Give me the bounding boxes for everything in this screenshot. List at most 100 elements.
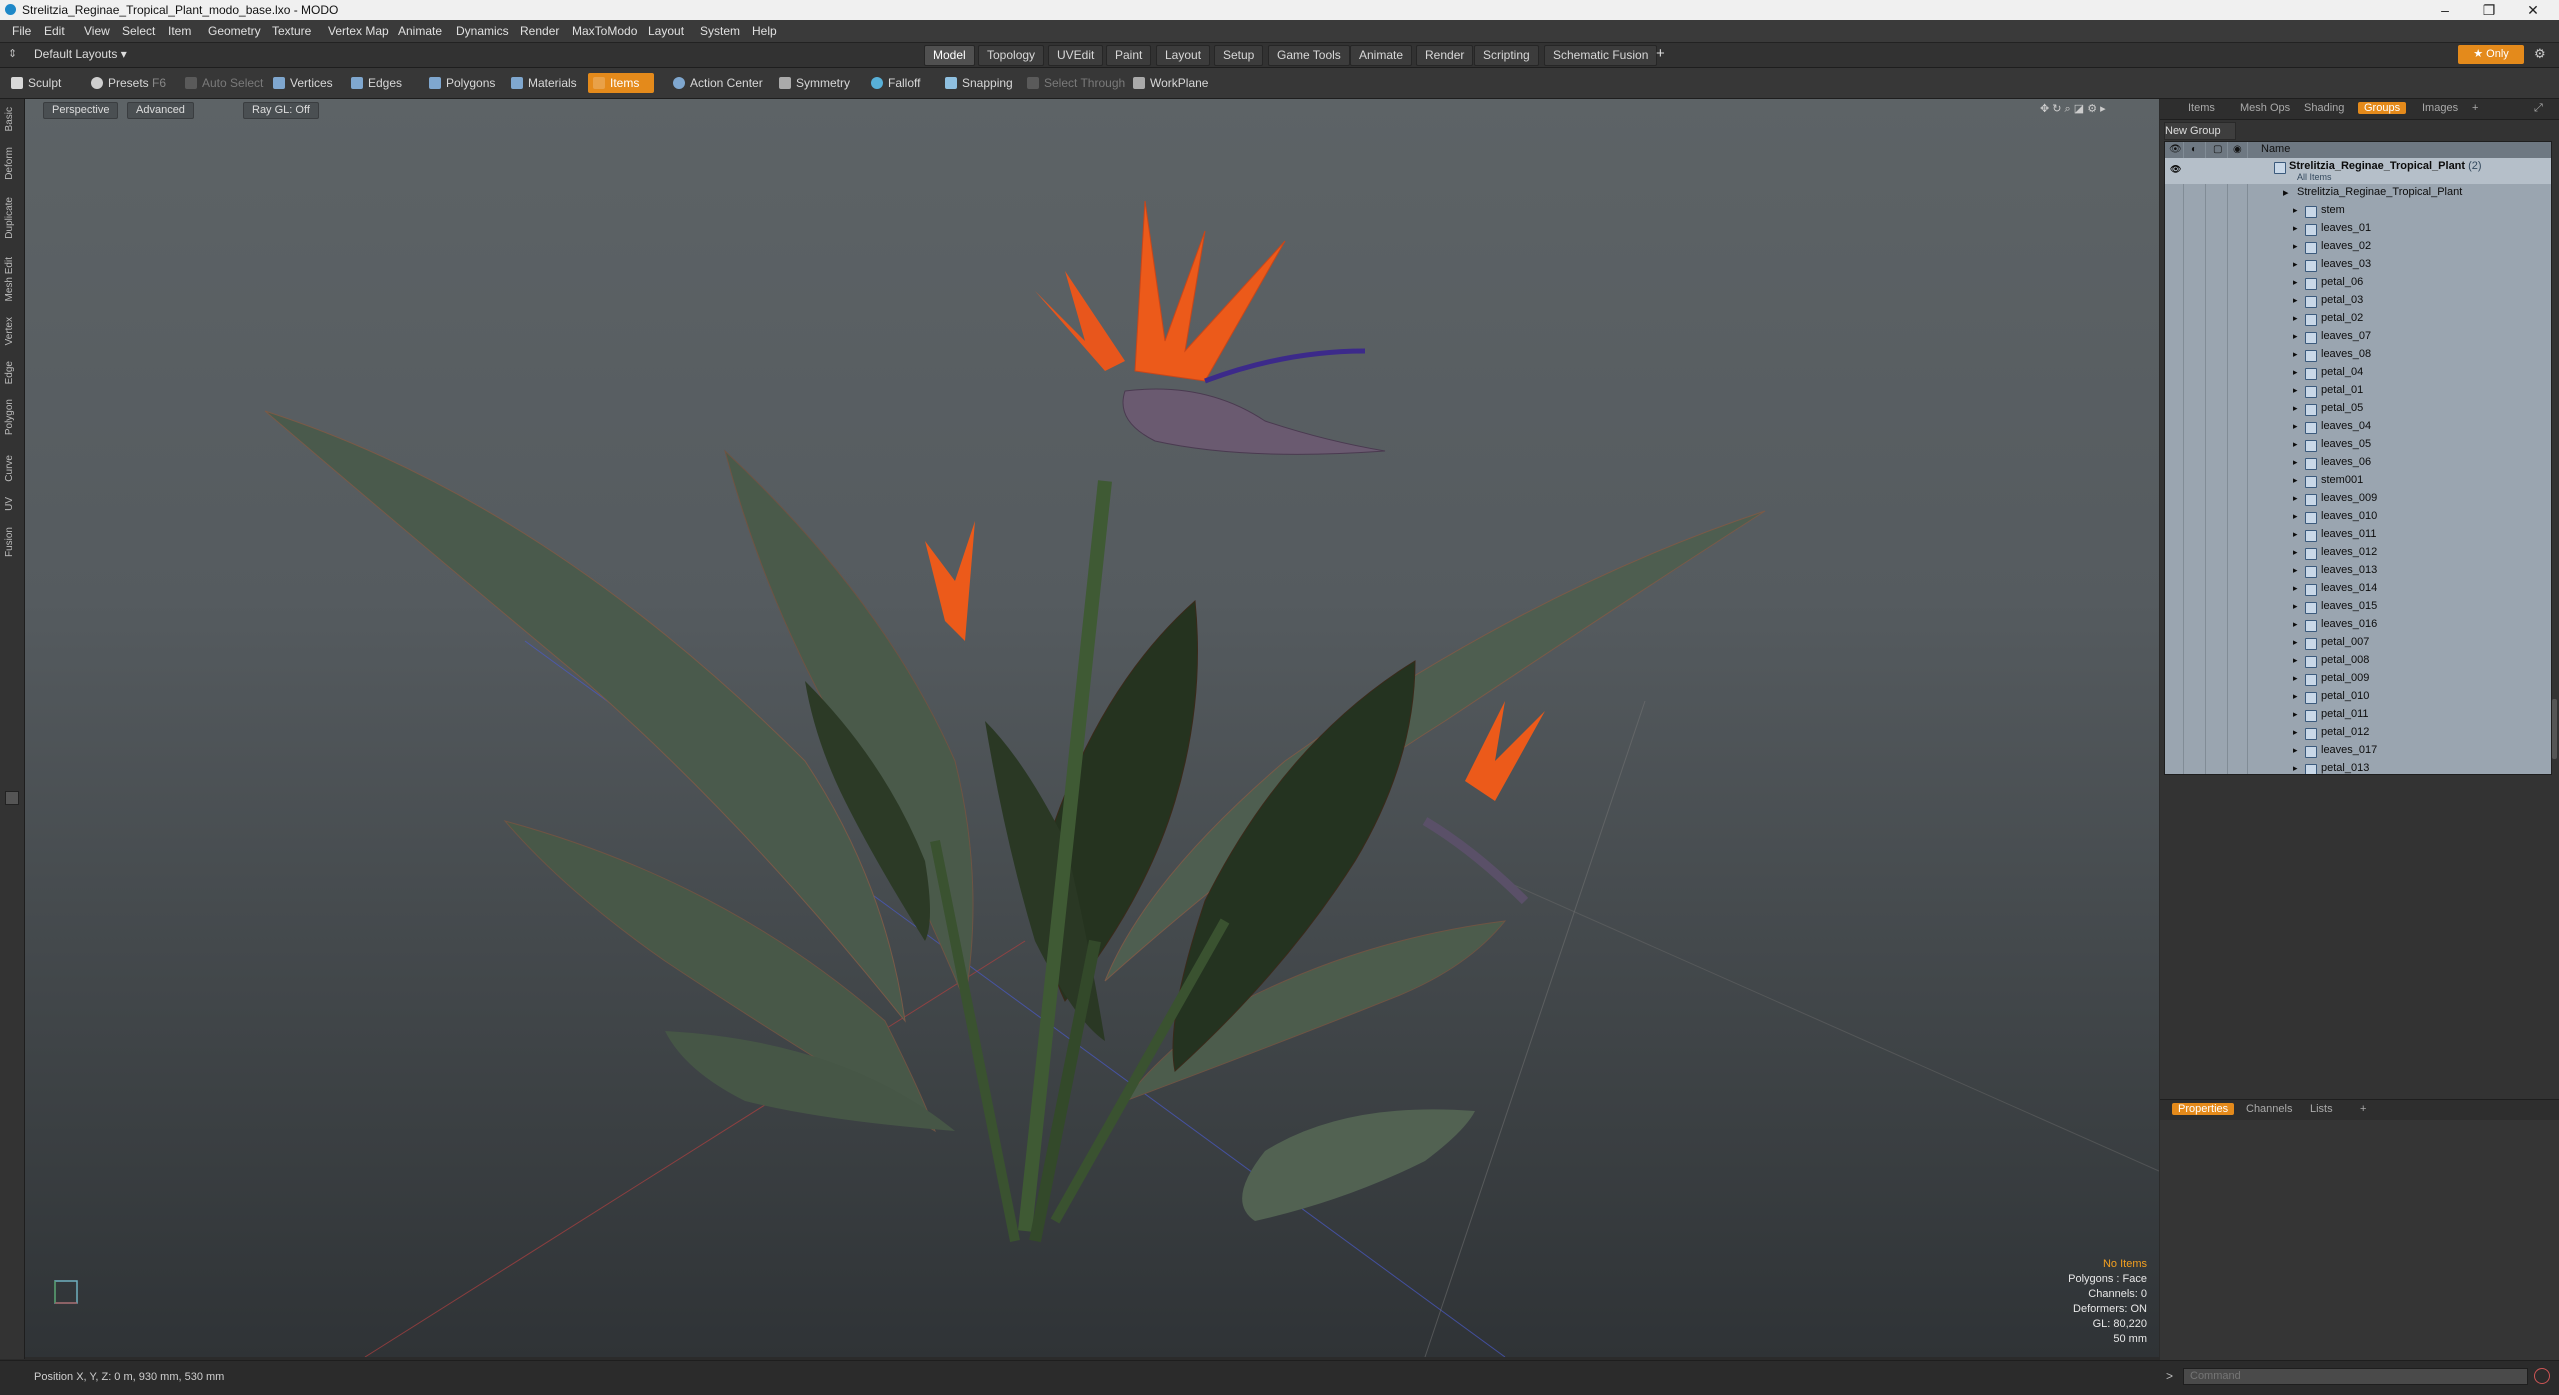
list-item[interactable]: ▸ petal_03: [2165, 292, 2551, 310]
tree-expand-icon[interactable]: ▸: [2293, 493, 2298, 504]
menu-geometry[interactable]: Geometry: [208, 24, 261, 38]
list-item[interactable]: ▸ petal_009: [2165, 670, 2551, 688]
list-item[interactable]: ▸ petal_04: [2165, 364, 2551, 382]
tree-expand-icon[interactable]: ▸: [2293, 547, 2298, 558]
list-item[interactable]: ▸ petal_01: [2165, 382, 2551, 400]
tree-expand-icon[interactable]: ▸: [2293, 511, 2298, 522]
layout-lock-icon[interactable]: ⇕: [8, 47, 17, 60]
tree-expand-icon[interactable]: ▸: [2293, 421, 2298, 432]
vertices-button[interactable]: Vertices: [268, 73, 339, 93]
action-center-button[interactable]: Action Center: [668, 73, 769, 93]
vtab-curve[interactable]: Curve: [4, 455, 15, 482]
menu-layout[interactable]: Layout: [648, 24, 684, 38]
eye-icon[interactable]: 👁: [2169, 144, 2182, 155]
menu-animate[interactable]: Animate: [398, 24, 442, 38]
falloff-button[interactable]: Falloff: [866, 73, 926, 93]
list-item[interactable]: ▸ leaves_07: [2165, 328, 2551, 346]
list-item[interactable]: ▸ leaves_04: [2165, 418, 2551, 436]
eye-icon[interactable]: 👁: [2170, 164, 2181, 175]
tree-expand-icon[interactable]: ▸: [2293, 331, 2298, 342]
tree-expand-icon[interactable]: ▸: [2293, 295, 2298, 306]
tree-expand-icon[interactable]: ▸: [2293, 673, 2298, 684]
list-scrollbar[interactable]: [2552, 699, 2557, 759]
tree-expand-icon[interactable]: ▸: [2293, 727, 2298, 738]
menu-render[interactable]: Render: [520, 24, 559, 38]
add-props-tab-button[interactable]: +: [2360, 1103, 2366, 1115]
tab-uvedit[interactable]: UVEdit: [1048, 45, 1104, 66]
tab-properties[interactable]: Properties: [2172, 1103, 2235, 1115]
minimize-button[interactable]: –: [2432, 1, 2458, 19]
maximize-button[interactable]: ❐: [2476, 1, 2502, 19]
vtab-uv[interactable]: UV: [4, 497, 15, 511]
menu-system[interactable]: System: [700, 24, 740, 38]
tree-expand-icon[interactable]: ▸: [2293, 277, 2298, 288]
tree-expand-icon[interactable]: ▸: [2293, 655, 2298, 666]
tree-expand-icon[interactable]: ▸: [2293, 763, 2298, 774]
view-type-button[interactable]: Perspective: [43, 102, 119, 119]
vtab-deform[interactable]: Deform: [4, 147, 15, 180]
tree-expand-icon[interactable]: ▸: [2293, 691, 2298, 702]
tree-expand-icon[interactable]: ▸: [2293, 313, 2298, 324]
only-toggle[interactable]: ★ Only: [2458, 45, 2524, 64]
menu-select[interactable]: Select: [122, 24, 155, 38]
menu-texture[interactable]: Texture: [272, 24, 311, 38]
vtab-fusion[interactable]: Fusion: [4, 527, 15, 557]
edges-button[interactable]: Edges: [346, 73, 408, 93]
new-group-button[interactable]: New Group: [2164, 122, 2236, 140]
list-item[interactable]: ▸ leaves_014: [2165, 580, 2551, 598]
list-item[interactable]: ▸ leaves_03: [2165, 256, 2551, 274]
shading-button[interactable]: Advanced: [127, 102, 194, 119]
presets-button[interactable]: Presets F6: [86, 73, 172, 93]
tab-groups[interactable]: Groups: [2358, 102, 2407, 114]
menu-dynamics[interactable]: Dynamics: [456, 24, 509, 38]
vtab-vertex[interactable]: Vertex: [4, 317, 15, 345]
lock-icon[interactable]: ▢: [2213, 144, 2222, 155]
tree-expand-icon[interactable]: ▸: [2293, 601, 2298, 612]
tree-expand-icon[interactable]: ▸: [2283, 186, 2289, 199]
list-item[interactable]: ▸ leaves_06: [2165, 454, 2551, 472]
viewport-nav-icons[interactable]: ✥ ↻ ⌕ ◪ ⚙ ▸: [2040, 102, 2106, 116]
tab-channels[interactable]: Channels: [2246, 1103, 2292, 1115]
expand-icon[interactable]: ⤢: [2534, 102, 2543, 115]
list-item[interactable]: ▸ leaves_01: [2165, 220, 2551, 238]
auto-select-button[interactable]: Auto Select: [180, 73, 269, 93]
list-item[interactable]: ▸ Strelitzia_Reginae_Tropical_Plant: [2165, 184, 2551, 202]
tree-expand-icon[interactable]: ▸: [2293, 241, 2298, 252]
list-item[interactable]: ▸ petal_02: [2165, 310, 2551, 328]
vtab-basic[interactable]: Basic: [4, 107, 15, 131]
list-item[interactable]: ▸ petal_008: [2165, 652, 2551, 670]
tree-expand-icon[interactable]: ▸: [2293, 349, 2298, 360]
tree-expand-icon[interactable]: ▸: [2293, 583, 2298, 594]
list-item[interactable]: ▸ leaves_010: [2165, 508, 2551, 526]
tab-paint[interactable]: Paint: [1106, 45, 1152, 66]
tree-expand-icon[interactable]: ▸: [2293, 403, 2298, 414]
list-item[interactable]: ▸ petal_007: [2165, 634, 2551, 652]
materials-button[interactable]: Materials: [506, 73, 583, 93]
gear-icon[interactable]: ⚙: [2534, 46, 2546, 62]
list-item[interactable]: ▸ leaves_015: [2165, 598, 2551, 616]
tree-expand-icon[interactable]: ▸: [2293, 439, 2298, 450]
tree-expand-icon[interactable]: ▸: [2293, 205, 2298, 216]
list-item[interactable]: ▸ leaves_013: [2165, 562, 2551, 580]
sculpt-button[interactable]: Sculpt: [6, 73, 67, 93]
list-item[interactable]: ▸ petal_011: [2165, 706, 2551, 724]
tree-expand-icon[interactable]: ▸: [2293, 259, 2298, 270]
list-item[interactable]: ▸ petal_012: [2165, 724, 2551, 742]
command-input[interactable]: [2183, 1368, 2528, 1385]
menu-item[interactable]: Item: [168, 24, 191, 38]
menu-maxtomodo[interactable]: MaxToModo: [572, 24, 637, 38]
tree-expand-icon[interactable]: ▸: [2293, 745, 2298, 756]
list-item[interactable]: ▸ leaves_012: [2165, 544, 2551, 562]
command-stop-icon[interactable]: [2534, 1368, 2550, 1384]
list-item[interactable]: ▸ leaves_08: [2165, 346, 2551, 364]
add-panel-tab-button[interactable]: +: [2472, 102, 2478, 114]
tab-render[interactable]: Render: [1416, 45, 1474, 66]
menu-edit[interactable]: Edit: [44, 24, 65, 38]
menu-help[interactable]: Help: [752, 24, 777, 38]
tree-expand-icon[interactable]: ▸: [2293, 637, 2298, 648]
list-item[interactable]: ▸ leaves_017: [2165, 742, 2551, 760]
list-item[interactable]: ▸ petal_013: [2165, 760, 2551, 774]
list-item[interactable]: ▸ leaves_009: [2165, 490, 2551, 508]
items-button[interactable]: Items: [588, 73, 654, 93]
list-item[interactable]: ▸ leaves_011: [2165, 526, 2551, 544]
